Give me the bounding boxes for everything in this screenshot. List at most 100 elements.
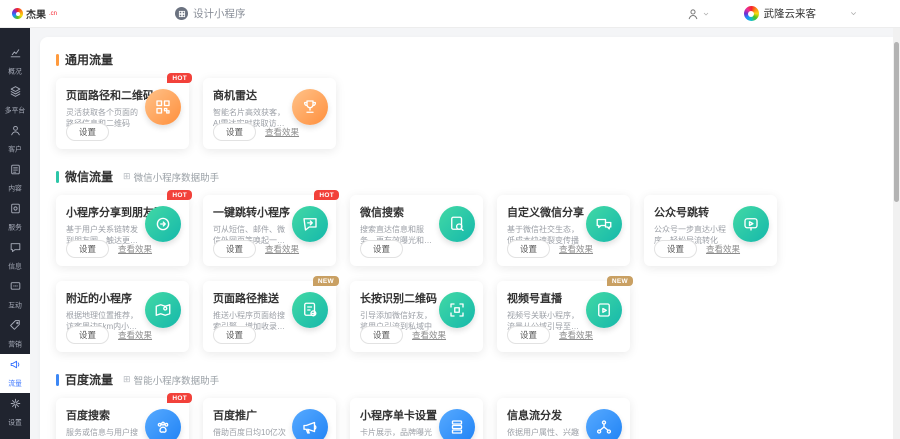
settings-button[interactable]: 设置 [66, 123, 109, 141]
account-switcher[interactable]: 武隆云来客 [744, 6, 859, 21]
feature-card: HOT一键跳转小程序可从短信、邮件、微信外网页等唤起一键跳转至小程序设置查看效果 [203, 195, 336, 266]
settings-button[interactable]: 设置 [360, 240, 403, 258]
card-actions: 设置查看效果 [507, 326, 593, 344]
sidebar-item-label: 流量 [8, 379, 22, 388]
chevron-down-icon [702, 10, 710, 18]
chart-icon [9, 46, 22, 64]
promo-megaphone-icon [292, 409, 328, 439]
view-effect-link[interactable]: 查看效果 [118, 329, 152, 341]
app-logo[interactable]: 杰果 .cn [12, 6, 57, 21]
section-header: 百度流量⊞智能小程序数据助手 [56, 371, 877, 388]
sidebar-item-customers[interactable]: 客户 [0, 120, 30, 159]
logo-icon [12, 8, 23, 19]
section-helper-link[interactable]: ⊞智能小程序数据助手 [123, 373, 219, 387]
top-header: 杰果 .cn 设计小程序 武隆云来客 [0, 0, 900, 28]
card-actions: 设置 [213, 326, 256, 344]
sidebar-item-label: 信息 [8, 262, 22, 271]
link-jump-icon [292, 206, 328, 242]
hot-badge: HOT [167, 190, 192, 200]
mini-grid-icon: ⊞ [123, 171, 131, 182]
card-list-icon [439, 409, 475, 439]
hot-badge: HOT [167, 73, 192, 83]
chevron-down-icon [849, 9, 858, 18]
section-accent-bar [56, 54, 59, 66]
section-title: 微信流量 [65, 168, 113, 185]
settings-button[interactable]: 设置 [507, 326, 550, 344]
card-grid: HOT小程序分享到朋友圈基于用户关系链转发到朋友圈，触达更多更广客户设置查看效果… [56, 195, 798, 367]
settings-button[interactable]: 设置 [213, 326, 256, 344]
section-baidu: 百度流量⊞智能小程序数据助手 HOT百度搜索服务或信息与用户搜索需求精准匹配，深度… [56, 371, 877, 439]
sidebar-item-marketing[interactable]: 营销 [0, 315, 30, 354]
hot-badge: HOT [167, 393, 192, 403]
sidebar-item-content[interactable]: 内容 [0, 159, 30, 198]
user-icon [686, 7, 700, 21]
sidebar-item-interact[interactable]: 互动 [0, 276, 30, 315]
sidebar: 概况多平台客户内容服务信息互动营销流量设置 [0, 28, 30, 439]
new-badge: NEW [313, 276, 339, 286]
account-name: 武隆云来客 [764, 6, 817, 21]
feature-card: 小程序单卡设置卡片展示，品牌曝光强劲，服务交互便捷，一键直达设置查看效果 [350, 398, 483, 439]
doc-search-icon [439, 206, 475, 242]
card-actions: 设置查看效果 [66, 240, 152, 258]
logo-suffix: .cn [49, 11, 57, 17]
feature-card: 百度推广借助百度日均10亿次搜索请求快速曝光和导流设置 [203, 398, 336, 439]
layers-icon [9, 85, 22, 103]
message-icon [9, 241, 22, 259]
tag-icon [9, 319, 22, 337]
feature-card: HOT小程序分享到朋友圈基于用户关系链转发到朋友圈，触达更多更广客户设置查看效果 [56, 195, 189, 266]
settings-button[interactable]: 设置 [213, 123, 256, 141]
user-icon [9, 124, 22, 142]
sidebar-item-label: 内容 [8, 184, 22, 193]
settings-button[interactable]: 设置 [213, 240, 256, 258]
sidebar-item-messages[interactable]: 信息 [0, 237, 30, 276]
feature-card: 商机雷达智能名片高效获客，AI雷达实时获取访客行为轨迹设置查看效果 [203, 78, 336, 149]
card-actions: 设置查看效果 [507, 240, 593, 258]
feature-card: NEW视频号直播视频号关联小程序，流量从公域引导至私域设置查看效果 [497, 281, 630, 352]
view-effect-link[interactable]: 查看效果 [412, 329, 446, 341]
sidebar-item-traffic[interactable]: 流量 [0, 354, 30, 393]
feature-card: 微信搜索搜索直达信息和服务，更有效曝光和转化设置 [350, 195, 483, 266]
card-actions: 设置查看效果 [213, 123, 299, 141]
view-effect-link[interactable]: 查看效果 [706, 243, 740, 255]
sidebar-item-label: 客户 [8, 145, 22, 154]
view-effect-link[interactable]: 查看效果 [265, 126, 299, 138]
feature-card: NEW页面路径推送推送小程序页面给搜索引擎，增加收录与曝光机会设置 [203, 281, 336, 352]
section-helper-label: 微信小程序数据助手 [134, 170, 220, 184]
view-effect-link[interactable]: 查看效果 [559, 243, 593, 255]
design-miniprogram-entry[interactable]: 设计小程序 [175, 6, 246, 21]
settings-button[interactable]: 设置 [507, 240, 550, 258]
card-actions: 设置查看效果 [360, 326, 446, 344]
view-effect-link[interactable]: 查看效果 [265, 243, 299, 255]
sidebar-item-label: 概况 [8, 67, 22, 76]
card-grid: HOT百度搜索服务或信息与用户搜索需求精准匹配，深度转化用户设置查看效果百度推广… [56, 398, 798, 439]
settings-button[interactable]: 设置 [66, 240, 109, 258]
settings-button[interactable]: 设置 [66, 326, 109, 344]
mini-grid-icon: ⊞ [123, 374, 131, 385]
card-actions: 设置 [360, 240, 403, 258]
settings-button[interactable]: 设置 [654, 240, 697, 258]
service-icon [9, 202, 22, 220]
settings-button[interactable]: 设置 [360, 326, 403, 344]
sidebar-item-services[interactable]: 服务 [0, 198, 30, 237]
view-effect-link[interactable]: 查看效果 [559, 329, 593, 341]
doc-push-icon [292, 292, 328, 328]
section-header: 通用流量 [56, 51, 877, 68]
feature-card: 附近的小程序根据地理位置推荐，访客周边5km内小程序均可展示设置查看效果 [56, 281, 189, 352]
card-actions: 设置查看效果 [654, 240, 740, 258]
sidebar-item-settings[interactable]: 设置 [0, 393, 30, 432]
user-menu[interactable] [686, 7, 710, 21]
vertical-scrollbar[interactable] [893, 28, 900, 439]
sidebar-item-overview[interactable]: 概况 [0, 42, 30, 81]
feature-card: 信息流分发依据用户属性、兴趣等个性化标签进行精准分发设置查看效果 [497, 398, 630, 439]
feature-card: 公众号跳转公众号一步直达小程序，轻松导流转化设置查看效果 [644, 195, 777, 266]
scrollbar-thumb[interactable] [894, 42, 899, 202]
feature-card: HOT百度搜索服务或信息与用户搜索需求精准匹配，深度转化用户设置查看效果 [56, 398, 189, 439]
hot-badge: HOT [314, 190, 339, 200]
section-accent-bar [56, 374, 59, 386]
distribute-icon [586, 409, 622, 439]
section-helper-link[interactable]: ⊞微信小程序数据助手 [123, 170, 219, 184]
view-effect-link[interactable]: 查看效果 [118, 243, 152, 255]
sidebar-item-platforms[interactable]: 多平台 [0, 81, 30, 120]
card-actions: 设置 [66, 123, 109, 141]
main-panel: 通用流量HOT页面路径和二维码灵活获取各个页面的路径信息和二维码设置商机雷达智能… [40, 37, 893, 439]
